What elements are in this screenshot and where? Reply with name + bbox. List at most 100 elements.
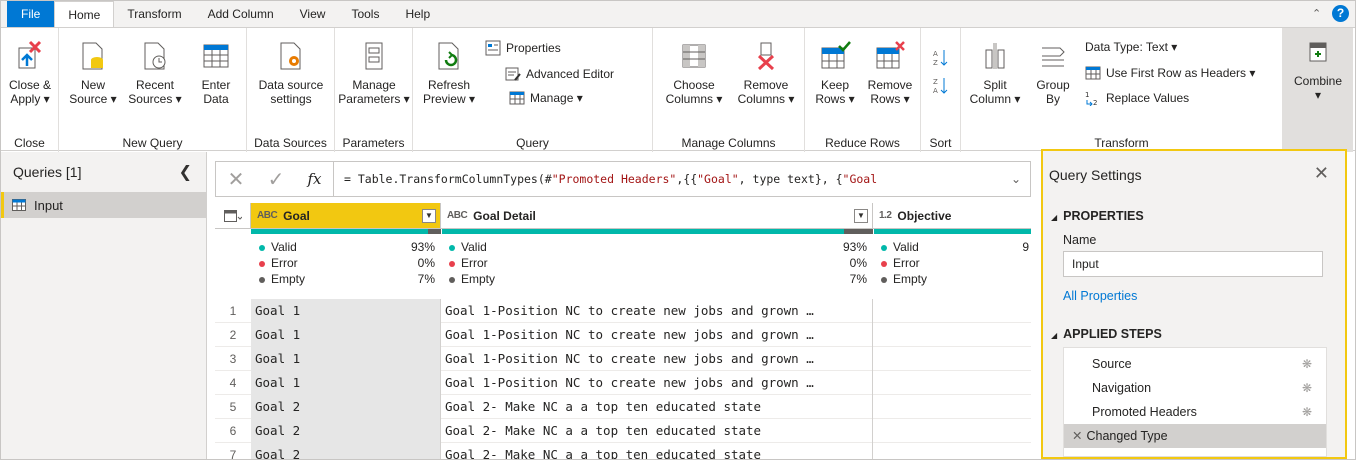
expand-formula-icon[interactable]: ⌄ (1002, 172, 1030, 186)
cell-objective[interactable] (873, 419, 1031, 443)
combine-button[interactable]: Combine ▾ (1287, 40, 1349, 102)
cell-goal[interactable]: Goal 1 (251, 323, 441, 347)
table-row[interactable]: 1 Goal 1 Goal 1-Position NC to create ne… (215, 299, 1031, 323)
remove-columns-button[interactable]: Remove Columns ▾ (731, 40, 801, 106)
applied-steps-section[interactable]: ◢ APPLIED STEPS (1051, 327, 1162, 341)
query-name-input[interactable] (1063, 251, 1323, 277)
sort-ascending-button[interactable]: AZ (933, 48, 949, 68)
query-item-input[interactable]: Input (1, 192, 206, 218)
choose-columns-button[interactable]: Choose Columns ▾ (659, 40, 729, 106)
sort-descending-button[interactable]: ZA (933, 76, 949, 96)
step-source[interactable]: Source ❋ (1064, 352, 1326, 376)
column-profile-objective: Valid 9 Error Empty (881, 239, 1029, 287)
cell-goal[interactable]: Goal 1 (251, 347, 441, 371)
enter-data-button[interactable]: Enter Data (191, 40, 241, 106)
table-row[interactable]: 5 Goal 2 Goal 2- Make NC a a top ten edu… (215, 395, 1031, 419)
cell-objective[interactable] (873, 443, 1031, 459)
cell-objective[interactable] (873, 347, 1031, 371)
cell-goal-detail[interactable]: Goal 1-Position NC to create new jobs an… (441, 347, 873, 371)
advanced-editor-button[interactable]: Advanced Editor (505, 66, 614, 82)
cell-goal[interactable]: Goal 2 (251, 395, 441, 419)
query-item-label: Input (34, 197, 63, 213)
cell-objective[interactable] (873, 395, 1031, 419)
tab-tools[interactable]: Tools (338, 1, 392, 27)
group-sort: AZ ZA Sort (921, 28, 961, 152)
gear-icon[interactable]: ❋ (1302, 352, 1312, 376)
close-icon[interactable]: ✕ (1314, 163, 1329, 184)
tab-add-column[interactable]: Add Column (195, 1, 287, 27)
step-promoted-headers[interactable]: Promoted Headers ❋ (1064, 400, 1326, 424)
manage-parameters-button[interactable]: Manage Parameters ▾ (337, 40, 411, 106)
tab-view[interactable]: View (287, 1, 339, 27)
column-header-goal-detail[interactable]: ABC Goal Detail ▼ (441, 203, 873, 229)
confirm-formula-icon[interactable]: ✓ (256, 167, 296, 192)
manage-parameters-icon (365, 42, 383, 70)
cell-goal[interactable]: Goal 1 (251, 299, 441, 323)
decimal-type-icon[interactable]: 1.2 (879, 210, 892, 221)
step-changed-type[interactable]: ✕ Changed Type (1064, 424, 1326, 448)
column-header-goal[interactable]: ABC Goal ▼ (251, 203, 441, 229)
cell-goal-detail[interactable]: Goal 1-Position NC to create new jobs an… (441, 323, 873, 347)
cell-goal-detail[interactable]: Goal 2- Make NC a a top ten educated sta… (441, 443, 873, 459)
properties-section[interactable]: ◢ PROPERTIES (1051, 209, 1144, 223)
group-label-sort: Sort (929, 136, 952, 150)
gear-icon[interactable]: ❋ (1302, 400, 1312, 424)
cell-goal[interactable]: Goal 2 (251, 443, 441, 459)
table-row[interactable]: 6 Goal 2 Goal 2- Make NC a a top ten edu… (215, 419, 1031, 443)
row-number: 2 (229, 328, 237, 342)
cell-goal-detail[interactable]: Goal 2- Make NC a a top ten educated sta… (441, 395, 873, 419)
recent-sources-button[interactable]: Recent Sources ▾ (123, 40, 187, 106)
formula-input[interactable]: = Table.TransformColumnTypes(#"Promoted … (334, 172, 1002, 186)
table-row[interactable]: 7 Goal 2 Goal 2- Make NC a a top ten edu… (215, 443, 1031, 459)
collapse-queries-icon[interactable]: ❮ (179, 162, 192, 182)
profile-empty: Empty (881, 271, 1029, 287)
queries-header: Queries [1] ❮ (1, 152, 206, 192)
cell-objective[interactable] (873, 323, 1031, 347)
tab-help[interactable]: Help (392, 1, 443, 27)
table-row[interactable]: 3 Goal 1 Goal 1-Position NC to create ne… (215, 347, 1031, 371)
tab-file[interactable]: File (7, 1, 55, 27)
filter-dropdown-icon[interactable]: ▼ (854, 209, 868, 223)
cell-goal-detail[interactable]: Goal 1-Position NC to create new jobs an… (441, 371, 873, 395)
refresh-preview-button[interactable]: Refresh Preview ▾ (417, 40, 481, 106)
cell-goal-detail[interactable]: Goal 1-Position NC to create new jobs an… (441, 299, 873, 323)
keep-rows-button[interactable]: Keep Rows ▾ (809, 40, 861, 106)
text-type-icon[interactable]: ABC (447, 210, 468, 221)
group-by-button[interactable]: Group By (1027, 40, 1079, 106)
data-type-dropdown[interactable]: Data Type: Text ▾ (1085, 40, 1177, 54)
cell-objective[interactable] (873, 371, 1031, 395)
help-icon[interactable]: ? (1332, 5, 1349, 22)
collapse-ribbon-icon[interactable]: ⌃ (1312, 8, 1324, 20)
remove-rows-button[interactable]: Remove Rows ▾ (863, 40, 917, 106)
gear-icon[interactable]: ❋ (1302, 376, 1312, 400)
delete-step-icon[interactable]: ✕ (1072, 429, 1082, 443)
data-source-settings-button[interactable]: Data source settings (253, 40, 329, 106)
table-row[interactable]: 4 Goal 1 Goal 1-Position NC to create ne… (215, 371, 1031, 395)
cell-goal-detail[interactable]: Goal 2- Make NC a a top ten educated sta… (441, 419, 873, 443)
cell-objective[interactable] (873, 299, 1031, 323)
filter-dropdown-icon[interactable]: ▼ (422, 209, 436, 223)
manage-table-icon (509, 91, 525, 105)
tab-transform[interactable]: Transform (114, 1, 194, 27)
replace-values-button[interactable]: 12 Replace Values (1085, 90, 1189, 106)
all-properties-link[interactable]: All Properties (1063, 289, 1137, 303)
manage-button[interactable]: Manage ▾ (509, 90, 583, 106)
cell-goal[interactable]: Goal 2 (251, 419, 441, 443)
new-source-button[interactable]: New Source ▾ (65, 40, 121, 106)
tab-home[interactable]: Home (54, 1, 115, 28)
cancel-formula-icon[interactable]: ✕ (216, 167, 256, 192)
remove-rows-icon (876, 41, 905, 69)
column-header-objective[interactable]: 1.2 Objective (873, 203, 1031, 229)
column-profile-goal: Valid 93% Error 0% Empty 7% (259, 239, 435, 287)
table-row[interactable]: 2 Goal 1 Goal 1-Position NC to create ne… (215, 323, 1031, 347)
properties-button[interactable]: Properties (485, 40, 561, 56)
cell-goal[interactable]: Goal 1 (251, 371, 441, 395)
data-grid: ABC Goal ▼ ABC Goal Detail ▼ 1.2 Objecti… (215, 203, 1031, 459)
split-column-button[interactable]: Split Column ▾ (967, 40, 1023, 106)
use-first-row-headers-button[interactable]: Use First Row as Headers ▾ (1085, 66, 1255, 80)
text-type-icon[interactable]: ABC (257, 210, 278, 221)
step-navigation[interactable]: Navigation ❋ (1064, 376, 1326, 400)
table-menu-button[interactable] (215, 203, 251, 229)
close-apply-button[interactable]: Close & Apply ▾ (5, 40, 55, 106)
properties-icon (485, 40, 501, 56)
